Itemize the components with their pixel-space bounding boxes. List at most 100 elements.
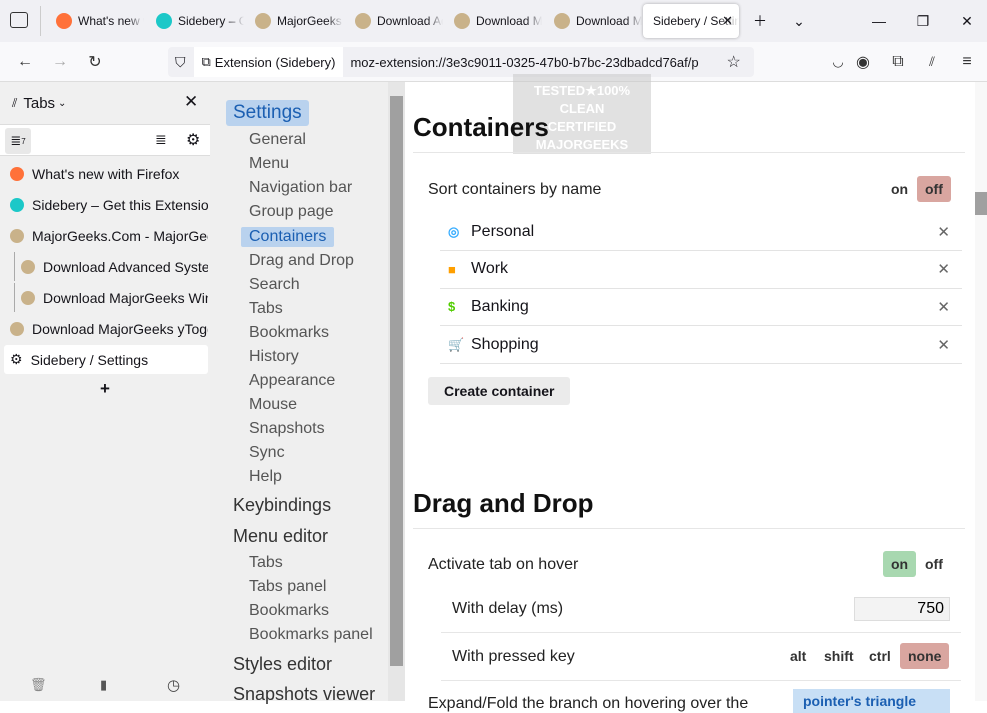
nav-menu-item[interactable]: Tabs panel	[249, 578, 326, 596]
nav-item[interactable]: Appearance	[249, 372, 335, 390]
nav-scrollbar[interactable]	[388, 82, 405, 701]
expand-branch-label: Expand/Fold the branch on hovering over …	[428, 695, 749, 712]
section-title-drag-and-drop: Drag and Drop	[413, 488, 594, 518]
nav-item[interactable]: Menu	[249, 155, 289, 173]
account-icon[interactable]: ◉	[851, 50, 875, 74]
tab-title: MajorGeeks.Com	[277, 14, 343, 28]
forward-button[interactable]: →	[48, 50, 72, 74]
browser-tab[interactable]: Download MajorGeeks	[444, 4, 542, 38]
section-title-containers: Containers	[413, 112, 549, 142]
key-shift-toggle[interactable]: shift	[816, 643, 862, 669]
identity-box[interactable]: ⧉ Extension (Sidebery)	[193, 47, 344, 77]
nav-menu-item[interactable]: Bookmarks	[249, 602, 329, 620]
sidebar-tab[interactable]: Download MajorGeeks yToggle	[4, 314, 208, 343]
nav-item[interactable]: Group page	[249, 203, 334, 221]
sidebar-tab[interactable]: Download MajorGeeks Windows	[14, 283, 208, 312]
settings-content: TESTED★100% CLEAN CERTIFIED MAJORGEEKS .COM…	[405, 74, 975, 713]
delay-input[interactable]	[854, 597, 950, 621]
favicon-icon	[10, 228, 24, 243]
sidebar-tab[interactable]: ⚙ Sidebery / Settings	[4, 345, 208, 374]
bookmark-icon[interactable]: ▮	[100, 677, 107, 693]
key-alt-toggle[interactable]: alt	[782, 643, 814, 669]
container-item[interactable]: ◎ Personal ✕	[440, 213, 962, 251]
browser-tab[interactable]: Download Advanced	[345, 4, 443, 38]
nav-menu-item[interactable]: Bookmarks panel	[249, 626, 373, 644]
sidebar-tab[interactable]: Sidebery – Get this Extension	[4, 190, 208, 219]
settings-gear-icon[interactable]: ⚙	[186, 130, 200, 150]
history-icon[interactable]: ◷	[167, 676, 180, 694]
shield-icon[interactable]: ⛉	[175, 54, 186, 71]
maximize-button[interactable]: ❐	[900, 0, 946, 42]
remove-container-icon[interactable]: ✕	[937, 298, 950, 316]
browser-tab[interactable]: Download MajorGeeks	[544, 4, 642, 38]
nav-item[interactable]: Help	[249, 468, 282, 486]
sort-on-toggle[interactable]: on	[883, 176, 916, 202]
sidebar-tab[interactable]: Download Advanced System	[14, 252, 208, 281]
sidebar-tab[interactable]: What's new with Firefox	[4, 159, 208, 188]
container-item[interactable]: 🛒 Shopping ✕	[440, 326, 962, 365]
nav-item[interactable]: General	[249, 131, 306, 149]
firefox-view-icon[interactable]	[10, 12, 28, 28]
sidebar-icon[interactable]: ⫽	[920, 50, 944, 74]
url-text[interactable]: moz-extension://3e3c9011-0325-47b0-b7bc-…	[350, 55, 720, 70]
remove-container-icon[interactable]: ✕	[937, 260, 950, 278]
nav-snapshots-viewer[interactable]: Snapshots viewer	[233, 684, 375, 705]
sidebar-tab[interactable]: MajorGeeks.Com - MajorGeeks	[4, 221, 208, 250]
page-scrollbar[interactable]	[975, 82, 987, 701]
nav-scrollbar-thumb[interactable]	[390, 96, 403, 666]
nav-item[interactable]: Tabs	[249, 300, 283, 318]
favicon-icon	[255, 13, 271, 29]
activate-off-toggle[interactable]: off	[917, 551, 951, 577]
browser-tab[interactable]: What's new with Firefox	[46, 4, 144, 38]
close-sidebar-icon[interactable]: ✕	[184, 92, 198, 112]
nav-item[interactable]: History	[249, 348, 299, 366]
favicon-icon	[554, 13, 570, 29]
close-tab-icon[interactable]: ✕	[722, 13, 733, 29]
nav-item[interactable]: Mouse	[249, 396, 297, 414]
menu-button[interactable]: ≡	[955, 50, 979, 74]
browser-tab[interactable]: MajorGeeks.Com	[245, 4, 343, 38]
nav-item[interactable]: Drag and Drop	[249, 252, 354, 270]
minimize-button[interactable]: —	[856, 0, 902, 42]
nav-item[interactable]: Containers	[241, 227, 335, 248]
sort-off-toggle[interactable]: off	[917, 176, 951, 202]
url-bar[interactable]: ⛉ ⧉ Extension (Sidebery) moz-extension://…	[168, 47, 754, 77]
browser-tab[interactable]: Sidebery / Settings✕	[643, 4, 739, 38]
bookmark-star-icon[interactable]: ☆	[726, 52, 740, 72]
reload-button[interactable]: ↻	[83, 50, 107, 74]
close-window-button[interactable]: ✕	[944, 0, 987, 42]
nav-menu-item[interactable]: Tabs	[249, 554, 283, 572]
container-name: Banking	[471, 297, 529, 315]
browser-tab[interactable]: Sidebery – Get this Extension	[146, 4, 244, 38]
page-scrollbar-thumb[interactable]	[975, 192, 987, 215]
sidebery-panel: ⫽ Tabs ⌄ ✕ ≣ 7 ≣ ⚙ What's new with Firefox S…	[0, 82, 210, 701]
create-container-button[interactable]: Create container	[428, 377, 571, 405]
back-button[interactable]: ←	[13, 50, 37, 74]
tabs-panel-icon[interactable]: ≣ 7	[5, 128, 31, 154]
create-panel-icon[interactable]: ≣	[155, 131, 167, 148]
key-none-toggle[interactable]: none	[900, 643, 950, 669]
nav-item[interactable]: Sync	[249, 444, 285, 462]
extensions-icon[interactable]: ⧉	[886, 50, 910, 74]
nav-settings[interactable]: Settings	[226, 100, 309, 126]
nav-keybindings[interactable]: Keybindings	[233, 495, 331, 516]
remove-container-icon[interactable]: ✕	[937, 336, 950, 354]
trash-icon[interactable]: 🗑	[30, 677, 47, 693]
pocket-icon[interactable]: ◡	[826, 50, 850, 74]
key-ctrl-toggle[interactable]: ctrl	[861, 643, 899, 669]
new-tab-plus-button[interactable]: +	[100, 379, 110, 399]
remove-container-icon[interactable]: ✕	[937, 223, 950, 241]
nav-item[interactable]: Search	[249, 276, 300, 294]
list-tabs-button[interactable]: ⌄	[776, 0, 822, 42]
nav-item[interactable]: Bookmarks	[249, 324, 329, 342]
nav-item[interactable]: Navigation bar	[249, 179, 352, 197]
activate-on-toggle[interactable]: on	[883, 551, 917, 577]
container-item[interactable]: ■ Work ✕	[440, 251, 962, 289]
expand-branch-select[interactable]: pointer's triangle	[793, 689, 950, 713]
nav-styles-editor[interactable]: Styles editor	[233, 654, 332, 675]
sidebar-header[interactable]: ⫽ Tabs ⌄ ✕	[0, 82, 210, 124]
container-item[interactable]: $ Banking ✕	[440, 288, 962, 327]
nav-menu-editor[interactable]: Menu editor	[233, 526, 328, 547]
nav-item[interactable]: Snapshots	[249, 420, 325, 438]
sidebar-tab-title: Download MajorGeeks yToggle	[32, 320, 208, 337]
